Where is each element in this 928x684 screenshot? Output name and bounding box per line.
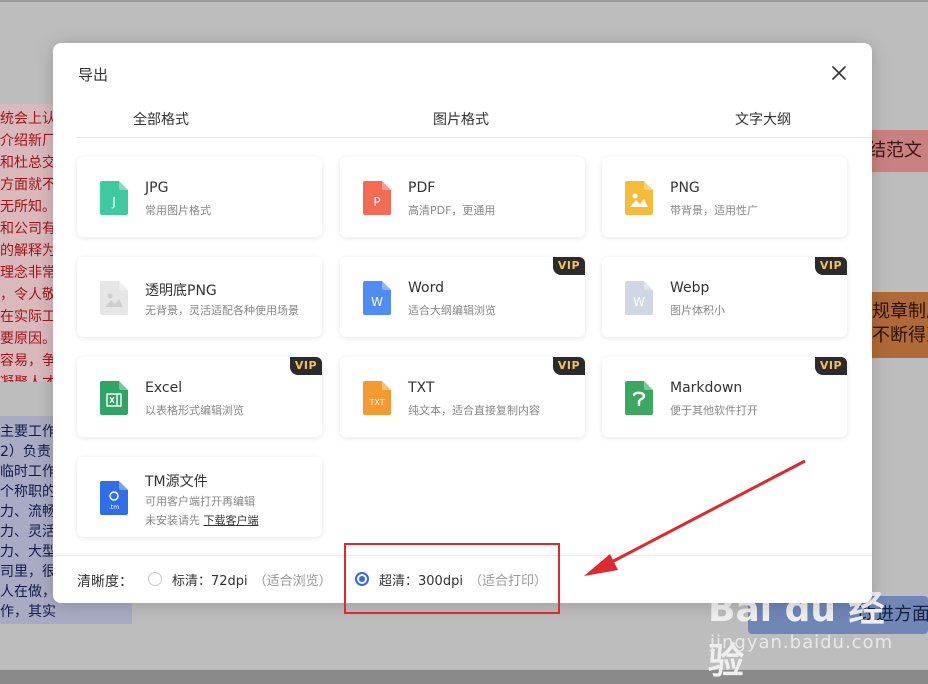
annotation-arrow	[584, 459, 806, 576]
